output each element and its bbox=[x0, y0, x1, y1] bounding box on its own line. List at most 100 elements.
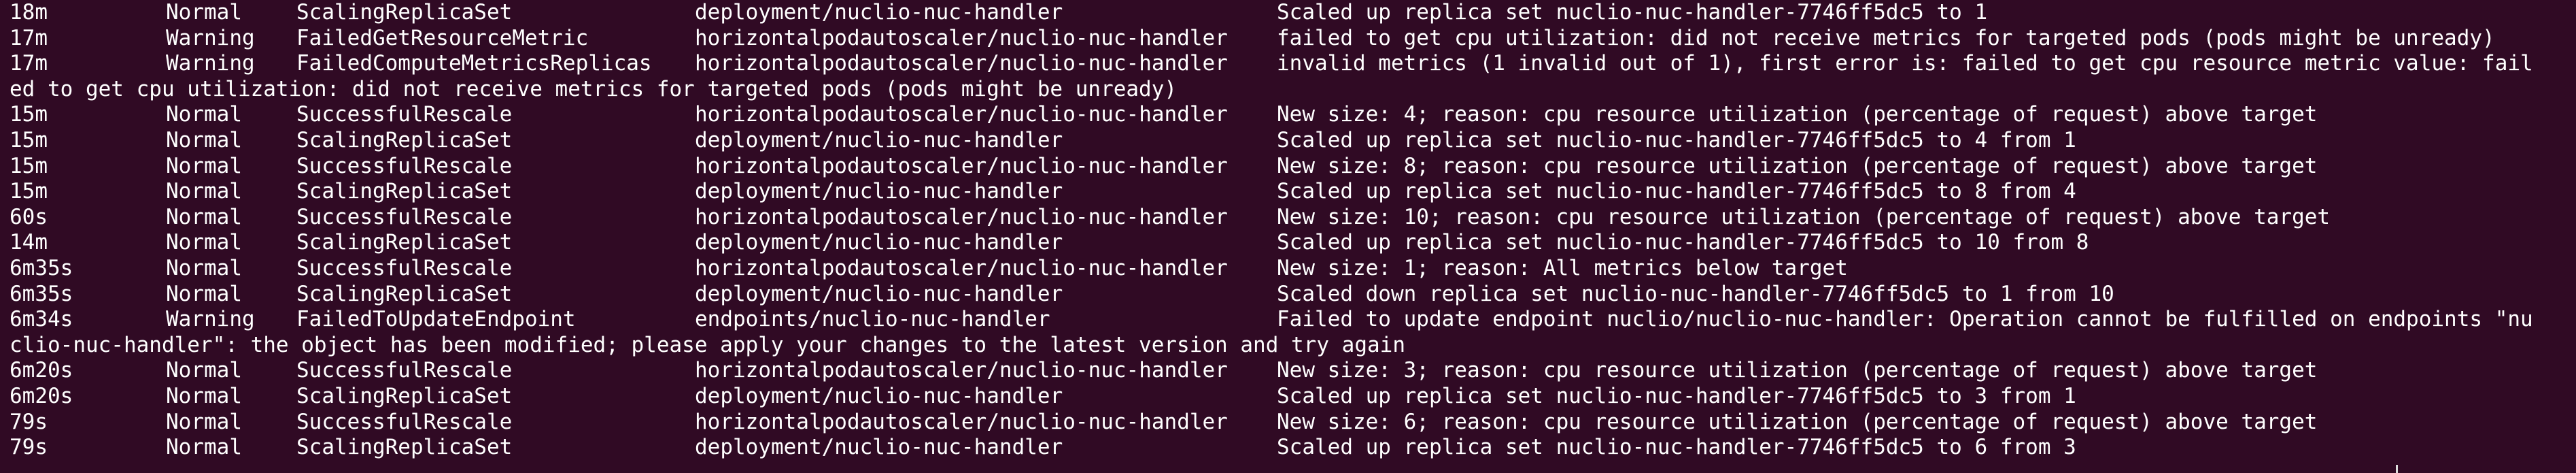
event-row: 15m Normal SuccessfulRescale horizontalp… bbox=[10, 154, 2576, 180]
event-row: 60s Normal SuccessfulRescale horizontalp… bbox=[10, 205, 2576, 231]
event-message: New size: 6; reason: cpu resource utiliz… bbox=[1277, 409, 2318, 434]
event-type: Normal bbox=[166, 255, 242, 280]
event-reason: ScalingReplicaSet bbox=[296, 435, 513, 460]
mouse-cursor-icon bbox=[2396, 465, 2398, 473]
event-object: horizontalpodautoscaler/nuclio-nuc-handl… bbox=[695, 102, 1228, 127]
event-reason: SuccessfulRescale bbox=[296, 153, 513, 178]
event-object: horizontalpodautoscaler/nuclio-nuc-handl… bbox=[695, 255, 1228, 280]
terminal-output[interactable]: 18m Normal ScalingReplicaSet deployment/… bbox=[0, 0, 2576, 473]
event-message: New size: 4; reason: cpu resource utiliz… bbox=[1277, 102, 2318, 127]
event-row: 6m20s Normal ScalingReplicaSet deploymen… bbox=[10, 384, 2576, 410]
event-object: deployment/nuclio-nuc-handler bbox=[695, 383, 1063, 408]
event-message-continuation: ed to get cpu utilization: did not recei… bbox=[10, 76, 1178, 101]
event-reason: FailedToUpdateEndpoint bbox=[296, 307, 576, 332]
event-row: 17m Warning FailedGetResourceMetric hori… bbox=[10, 26, 2576, 52]
event-type: Warning bbox=[166, 25, 255, 50]
event-message: Scaled up replica set nuclio-nuc-handler… bbox=[1277, 230, 2089, 255]
event-object: deployment/nuclio-nuc-handler bbox=[695, 127, 1063, 152]
event-message: New size: 8; reason: cpu resource utiliz… bbox=[1277, 153, 2318, 178]
event-row: 18m Normal ScalingReplicaSet deployment/… bbox=[10, 0, 2576, 26]
event-object: deployment/nuclio-nuc-handler bbox=[695, 281, 1063, 306]
event-age: 18m bbox=[10, 0, 48, 25]
event-reason: SuccessfulRescale bbox=[296, 102, 513, 127]
event-reason: ScalingReplicaSet bbox=[296, 179, 513, 204]
event-age: 60s bbox=[10, 204, 48, 229]
event-row: 6m20s Normal SuccessfulRescale horizonta… bbox=[10, 358, 2576, 384]
event-type: Normal bbox=[166, 409, 242, 434]
event-age: 6m20s bbox=[10, 383, 73, 408]
event-reason: ScalingReplicaSet bbox=[296, 0, 513, 25]
event-object: deployment/nuclio-nuc-handler bbox=[695, 179, 1063, 204]
event-reason: SuccessfulRescale bbox=[296, 409, 513, 434]
event-age: 15m bbox=[10, 179, 48, 204]
event-object: horizontalpodautoscaler/nuclio-nuc-handl… bbox=[695, 25, 1228, 50]
event-row: 6m34s Warning FailedToUpdateEndpoint end… bbox=[10, 307, 2576, 333]
event-row: 79s Normal SuccessfulRescale horizontalp… bbox=[10, 410, 2576, 436]
event-message: Scaled up replica set nuclio-nuc-handler… bbox=[1277, 0, 1988, 25]
event-message: Scaled up replica set nuclio-nuc-handler… bbox=[1277, 435, 2076, 460]
event-message: Failed to update endpoint nuclio/nuclio-… bbox=[1277, 307, 2533, 332]
event-row: 14m Normal ScalingReplicaSet deployment/… bbox=[10, 230, 2576, 256]
event-reason: SuccessfulRescale bbox=[296, 204, 513, 229]
event-age: 15m bbox=[10, 102, 48, 127]
event-type: Warning bbox=[166, 51, 255, 76]
event-age: 6m34s bbox=[10, 307, 73, 332]
event-type: Normal bbox=[166, 281, 242, 306]
event-age: 6m20s bbox=[10, 358, 73, 383]
event-reason: FailedGetResourceMetric bbox=[296, 25, 589, 50]
event-object: deployment/nuclio-nuc-handler bbox=[695, 230, 1063, 255]
event-reason: SuccessfulRescale bbox=[296, 255, 513, 280]
event-reason: FailedComputeMetricsReplicas bbox=[296, 51, 652, 76]
event-age: 15m bbox=[10, 153, 48, 178]
event-row: 15m Normal ScalingReplicaSet deployment/… bbox=[10, 179, 2576, 205]
event-type: Normal bbox=[166, 179, 242, 204]
event-message: Scaled up replica set nuclio-nuc-handler… bbox=[1277, 127, 2076, 152]
event-message: Scaled down replica set nuclio-nuc-handl… bbox=[1277, 281, 2114, 306]
event-row: 15m Normal SuccessfulRescale horizontalp… bbox=[10, 102, 2576, 128]
event-type: Normal bbox=[166, 435, 242, 460]
event-message: invalid metrics (1 invalid out of 1), fi… bbox=[1277, 51, 2533, 76]
event-row: 6m35s Normal ScalingReplicaSet deploymen… bbox=[10, 282, 2576, 308]
event-object: horizontalpodautoscaler/nuclio-nuc-handl… bbox=[695, 409, 1228, 434]
event-age: 6m35s bbox=[10, 255, 73, 280]
event-row: 15m Normal ScalingReplicaSet deployment/… bbox=[10, 128, 2576, 154]
event-type: Normal bbox=[166, 102, 242, 127]
event-type: Normal bbox=[166, 230, 242, 255]
event-type: Normal bbox=[166, 383, 242, 408]
event-type: Normal bbox=[166, 0, 242, 25]
event-object: horizontalpodautoscaler/nuclio-nuc-handl… bbox=[695, 358, 1228, 383]
event-age: 17m bbox=[10, 51, 48, 76]
event-object: horizontalpodautoscaler/nuclio-nuc-handl… bbox=[695, 51, 1228, 76]
event-type: Warning bbox=[166, 307, 255, 332]
event-object: endpoints/nuclio-nuc-handler bbox=[695, 307, 1050, 332]
event-row: 6m35s Normal SuccessfulRescale horizonta… bbox=[10, 256, 2576, 282]
event-object: horizontalpodautoscaler/nuclio-nuc-handl… bbox=[695, 153, 1228, 178]
event-message-continuation: clio-nuc-handler": the object has been m… bbox=[10, 332, 1405, 357]
event-object: deployment/nuclio-nuc-handler bbox=[695, 435, 1063, 460]
event-object: deployment/nuclio-nuc-handler bbox=[695, 0, 1063, 25]
event-reason: SuccessfulRescale bbox=[296, 358, 513, 383]
event-age: 79s bbox=[10, 409, 48, 434]
event-reason: ScalingReplicaSet bbox=[296, 127, 513, 152]
event-age: 15m bbox=[10, 127, 48, 152]
event-age: 14m bbox=[10, 230, 48, 255]
event-age: 6m35s bbox=[10, 281, 73, 306]
event-message: New size: 1; reason: All metrics below t… bbox=[1277, 255, 1848, 280]
event-age: 17m bbox=[10, 25, 48, 50]
event-message: New size: 3; reason: cpu resource utiliz… bbox=[1277, 358, 2318, 383]
event-reason: ScalingReplicaSet bbox=[296, 383, 513, 408]
event-type: Normal bbox=[166, 127, 242, 152]
event-reason: ScalingReplicaSet bbox=[296, 281, 513, 306]
event-object: horizontalpodautoscaler/nuclio-nuc-handl… bbox=[695, 204, 1228, 229]
event-message: failed to get cpu utilization: did not r… bbox=[1277, 25, 2495, 50]
event-row: 79s Normal ScalingReplicaSet deployment/… bbox=[10, 435, 2576, 461]
event-reason: ScalingReplicaSet bbox=[296, 230, 513, 255]
event-message: Scaled up replica set nuclio-nuc-handler… bbox=[1277, 179, 2076, 204]
event-type: Normal bbox=[166, 153, 242, 178]
event-message: Scaled up replica set nuclio-nuc-handler… bbox=[1277, 383, 2076, 408]
event-type: Normal bbox=[166, 358, 242, 383]
event-row: 17m Warning FailedComputeMetricsReplicas… bbox=[10, 51, 2576, 77]
event-message: New size: 10; reason: cpu resource utili… bbox=[1277, 204, 2331, 229]
event-type: Normal bbox=[166, 204, 242, 229]
event-age: 79s bbox=[10, 435, 48, 460]
